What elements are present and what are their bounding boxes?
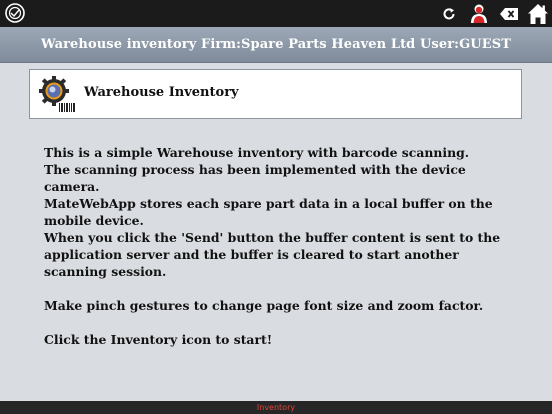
top-bar xyxy=(0,0,552,27)
title-bar: Warehouse inventory Firm:Spare Parts Hea… xyxy=(0,27,552,63)
home-icon[interactable] xyxy=(526,1,550,26)
app-logo-icon[interactable] xyxy=(4,2,26,24)
card-title: Warehouse Inventory xyxy=(84,85,239,100)
description-text: This is a simple Warehouse inventory wit… xyxy=(44,144,524,348)
refresh-icon[interactable] xyxy=(440,3,458,24)
description-paragraph: Make pinch gestures to change page font … xyxy=(44,298,484,313)
description-paragraph: Click the Inventory icon to start! xyxy=(44,332,273,347)
description-paragraph: This is a simple Warehouse inventory wit… xyxy=(44,145,470,160)
clear-icon[interactable] xyxy=(499,3,519,24)
page-title: Warehouse inventory Firm:Spare Parts Hea… xyxy=(41,37,511,52)
footer-bar: Inventory xyxy=(0,401,552,414)
description-paragraph: MateWebApp stores each spare part data i… xyxy=(44,196,493,228)
inventory-barcode-icon[interactable] xyxy=(38,75,78,115)
user-icon[interactable] xyxy=(468,3,490,24)
footer-tab-inventory[interactable]: Inventory xyxy=(257,401,295,414)
warehouse-inventory-card[interactable]: Warehouse Inventory xyxy=(29,69,522,119)
description-paragraph: The scanning process has been implemente… xyxy=(44,162,466,194)
description-paragraph: When you click the 'Send' button the buf… xyxy=(44,230,501,279)
